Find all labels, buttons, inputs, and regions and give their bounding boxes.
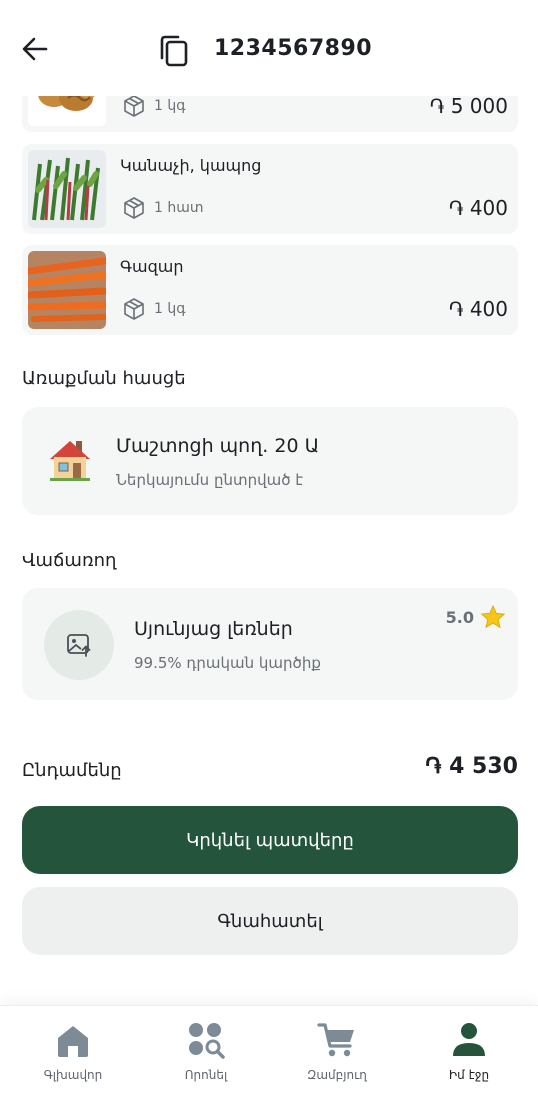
arrow-left-icon xyxy=(22,37,48,61)
nav-cart[interactable]: Զամբյուղ xyxy=(270,1006,404,1102)
order-id: 1234567890 xyxy=(214,36,373,61)
bottom-navigation: Գլխավոր Որոնել Զամբյուղ Իմ էջը xyxy=(0,1005,538,1102)
nav-cart-label: Զամբյուղ xyxy=(307,1068,367,1082)
product-price: ֏ 5 000 xyxy=(429,94,508,118)
image-placeholder-icon xyxy=(67,634,91,657)
nav-home[interactable]: Գլխավոր xyxy=(6,1006,140,1102)
seller-name: Սյունյաց լեռներ xyxy=(134,618,293,640)
seller-avatar xyxy=(44,610,114,680)
rate-button[interactable]: Գնահատել xyxy=(22,887,518,955)
top-bar: 1234567890 xyxy=(0,0,538,96)
total-value: ֏ 4 530 xyxy=(425,754,518,779)
package-icon xyxy=(124,298,144,320)
package-icon xyxy=(124,197,144,219)
product-name: Գազար xyxy=(120,257,184,276)
package-icon xyxy=(124,95,144,117)
nav-search-label: Որոնել xyxy=(184,1068,228,1082)
product-name: Կանաչի, կապոց xyxy=(120,156,262,175)
product-price: ֏ 400 xyxy=(448,297,508,321)
repeat-order-button[interactable]: Կրկնել պատվերը xyxy=(22,806,518,874)
delivery-address-note: Ներկայումս ընտրված է xyxy=(116,471,304,489)
product-image-carrots xyxy=(28,251,106,329)
delivery-address-card[interactable]: Մաշտոցի պող. 20 Ա Ներկայումս ընտրված է xyxy=(22,407,518,515)
back-button[interactable] xyxy=(20,34,50,64)
total-label: Ընդամենը xyxy=(22,760,122,781)
nav-search[interactable]: Որոնել xyxy=(139,1006,273,1102)
cart-icon xyxy=(317,1023,354,1057)
nav-home-label: Գլխավոր xyxy=(43,1068,103,1082)
product-image-greens xyxy=(28,150,106,228)
star-icon xyxy=(480,604,506,629)
delivery-section-title: Առաքման հասցե xyxy=(22,368,186,389)
nav-profile-label: Իմ էջը xyxy=(448,1068,490,1082)
copy-icon[interactable] xyxy=(158,34,190,68)
product-card-carrots[interactable]: Գազար 1 կգ ֏ 400 xyxy=(22,245,518,335)
product-card-greens[interactable]: Կանաչի, կապոց 1 հատ ֏ 400 xyxy=(22,144,518,234)
house-icon xyxy=(50,441,90,481)
seller-section-title: Վաճառող xyxy=(22,550,117,571)
product-quantity: 1 կգ xyxy=(154,98,186,114)
rating-value: 5.0 xyxy=(445,607,474,627)
delivery-address: Մաշտոցի պող. 20 Ա xyxy=(116,435,320,457)
home-icon xyxy=(58,1026,88,1057)
search-categories-icon xyxy=(189,1023,225,1059)
product-quantity: 1 հատ xyxy=(154,200,204,216)
seller-rating: 5.0 xyxy=(446,604,506,630)
nav-profile[interactable]: Իմ էջը xyxy=(402,1006,536,1102)
seller-card[interactable]: Սյունյաց լեռներ 99.5% դրական կարծիք 5.0 xyxy=(22,588,518,700)
product-quantity: 1 կգ xyxy=(154,301,186,317)
product-price: ֏ 400 xyxy=(448,196,508,220)
profile-icon xyxy=(453,1023,485,1056)
seller-feedback: 99.5% դրական կարծիք xyxy=(134,654,321,672)
